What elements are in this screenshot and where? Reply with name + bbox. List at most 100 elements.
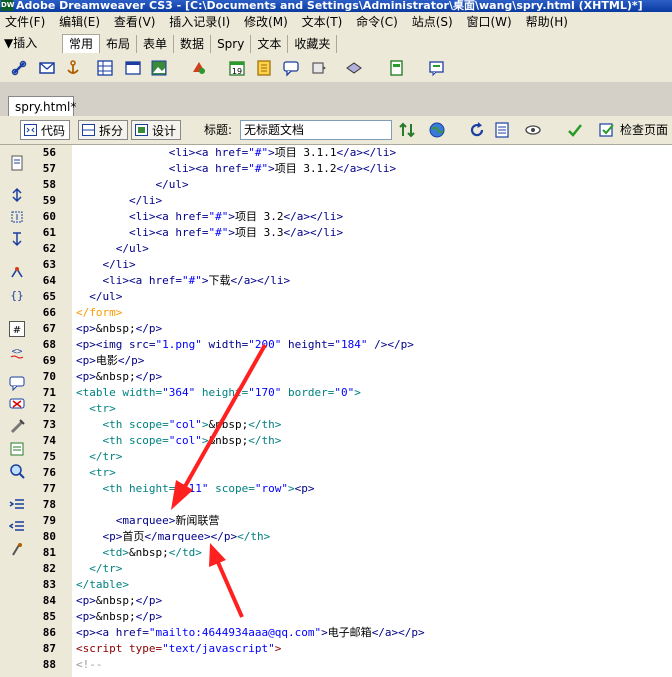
view-options-icon[interactable] [494, 121, 512, 139]
menu-modify[interactable]: 修改(M) [239, 12, 293, 32]
code-token: "184" [334, 338, 368, 351]
check-page-label[interactable]: 检查页面 [620, 120, 668, 140]
format-source-icon[interactable] [9, 541, 25, 557]
menu-insert[interactable]: 插入记录(I) [164, 12, 235, 32]
server-side-include-icon[interactable] [255, 59, 273, 77]
wrap-tag-icon[interactable] [9, 419, 25, 435]
code-token: "col" [168, 418, 202, 431]
code-token: <p> [76, 610, 96, 623]
visual-aids-icon[interactable] [524, 121, 542, 139]
tag-chooser-icon[interactable] [428, 59, 446, 77]
menu-edit[interactable]: 编辑(E) [54, 12, 105, 32]
validate-markup-icon[interactable] [566, 121, 584, 139]
file-management-icon[interactable] [398, 121, 416, 139]
script-icon[interactable] [345, 59, 363, 77]
head-content-icon[interactable] [310, 59, 328, 77]
code-line[interactable]: <p>&nbsp;</p> [76, 593, 162, 609]
code-line[interactable]: <p>电影</p> [76, 353, 144, 369]
document-tab[interactable]: spry.html* [8, 96, 76, 116]
insert-tab-spry[interactable]: Spry [211, 35, 252, 53]
code-line[interactable]: <td>&nbsp;</td> [76, 545, 202, 561]
code-line[interactable]: <tr> [76, 465, 116, 481]
code-line[interactable]: <th scope="col">&nbsp;</th> [76, 417, 282, 433]
insert-bar-label[interactable]: ▼插入 [4, 34, 37, 52]
layer-div-icon[interactable] [124, 59, 142, 77]
code-line[interactable]: </tr> [76, 449, 122, 465]
menu-file[interactable]: 文件(F) [0, 12, 50, 32]
date-icon[interactable]: 19 [228, 59, 246, 77]
comment-icon[interactable] [282, 59, 300, 77]
code-line[interactable]: </table> [76, 577, 129, 593]
insert-tab-layout[interactable]: 布局 [100, 35, 138, 53]
code-line[interactable]: <th height="111" scope="row"><p> [76, 481, 315, 497]
select-parent-tag-icon[interactable] [9, 265, 25, 281]
code-line[interactable]: <p>&nbsp;</p> [76, 609, 162, 625]
code-line[interactable]: </li> [76, 257, 136, 273]
insert-tab-data[interactable]: 数据 [174, 35, 212, 53]
line-numbers-icon[interactable]: # [9, 321, 25, 337]
menu-site[interactable]: 站点(S) [407, 12, 458, 32]
collapse-full-tag-icon[interactable] [9, 187, 25, 203]
menu-help[interactable]: 帮助(H) [521, 12, 573, 32]
code-line[interactable]: <p>&nbsp;</p> [76, 321, 162, 337]
menu-window[interactable]: 窗口(W) [462, 12, 517, 32]
indent-code-icon[interactable] [9, 497, 25, 513]
code-line[interactable]: </ul> [76, 177, 188, 193]
menu-commands[interactable]: 命令(C) [351, 12, 403, 32]
insert-tab-text[interactable]: 文本 [251, 35, 289, 53]
line-number: 78 [42, 498, 56, 511]
remove-comment-icon[interactable] [9, 397, 25, 413]
templates-icon[interactable] [388, 59, 406, 77]
check-page-icon[interactable] [598, 121, 616, 139]
insert-tab-favorites[interactable]: 收藏夹 [288, 35, 338, 53]
table-icon[interactable] [96, 59, 114, 77]
code-token: &nbsp; [208, 434, 249, 447]
named-anchor-icon[interactable] [64, 59, 82, 77]
email-link-icon[interactable] [38, 59, 56, 77]
code-line[interactable]: <marquee>新闻联营 [76, 513, 220, 529]
media-icon[interactable] [190, 59, 208, 77]
code-line[interactable]: </tr> [76, 561, 122, 577]
page-title-input[interactable]: 无标题文档 [240, 120, 392, 140]
open-documents-icon[interactable] [9, 155, 25, 171]
code-line[interactable]: <li><a href="#">下载</a></li> [76, 273, 291, 289]
expand-all-icon[interactable] [9, 231, 25, 247]
apply-comment-icon[interactable] [9, 375, 25, 391]
refresh-icon[interactable] [468, 121, 486, 139]
insert-tab-forms[interactable]: 表单 [137, 35, 175, 53]
outdent-code-icon[interactable] [9, 519, 25, 535]
code-line[interactable]: <!-- [76, 657, 103, 673]
balance-braces-icon[interactable]: {} [9, 287, 25, 303]
code-line[interactable]: <th scope="col">&nbsp;</th> [76, 433, 282, 449]
code-line[interactable]: <table width="364" height="170" border="… [76, 385, 361, 401]
insert-tab-common[interactable]: 常用 [62, 34, 101, 53]
code-line[interactable]: <li><a href="#">项目 3.3</a></li> [76, 225, 343, 241]
code-token: &nbsp; [95, 322, 136, 335]
recent-snippets-icon[interactable] [9, 441, 25, 457]
code-line[interactable]: <p>首页</marquee></p></th> [76, 529, 271, 545]
code-line[interactable]: <li><a href="#">项目 3.1.1</a></li> [76, 145, 396, 161]
code-view-button[interactable]: 代码 [20, 120, 71, 140]
split-view-button[interactable]: 拆分 [78, 120, 129, 140]
code-line[interactable]: <tr> [76, 401, 116, 417]
code-line[interactable]: </li> [76, 193, 162, 209]
image-icon[interactable] [150, 59, 168, 77]
menu-text[interactable]: 文本(T) [297, 12, 348, 32]
code-line[interactable]: <li><a href="#">项目 3.2</a></li> [76, 209, 343, 225]
code-line[interactable]: </ul> [76, 289, 122, 305]
code-line[interactable]: <script type="text/javascript"> [76, 641, 281, 657]
code-line[interactable]: </ul> [76, 241, 149, 257]
preview-browser-icon[interactable] [428, 121, 446, 139]
code-line[interactable]: <p>&nbsp;</p> [76, 369, 162, 385]
code-line[interactable]: <p><img src="1.png" width="200" height="… [76, 337, 414, 353]
design-view-button[interactable]: 设计 [131, 120, 182, 140]
highlight-invalid-code-icon[interactable]: <> [9, 343, 25, 359]
menu-view[interactable]: 查看(V) [109, 12, 161, 32]
code-editor[interactable]: <li><a href="#">项目 3.1.1</a></li> <li><a… [72, 145, 672, 677]
hyperlink-icon[interactable] [10, 59, 28, 77]
code-line[interactable]: <li><a href="#">项目 3.1.2</a></li> [76, 161, 396, 177]
move-css-icon[interactable] [9, 463, 25, 479]
code-line[interactable]: <p><a href="mailto:4644934aaa@qq.com">电子… [76, 625, 425, 641]
collapse-selection-icon[interactable] [9, 209, 25, 225]
code-line[interactable]: </form> [76, 305, 122, 321]
